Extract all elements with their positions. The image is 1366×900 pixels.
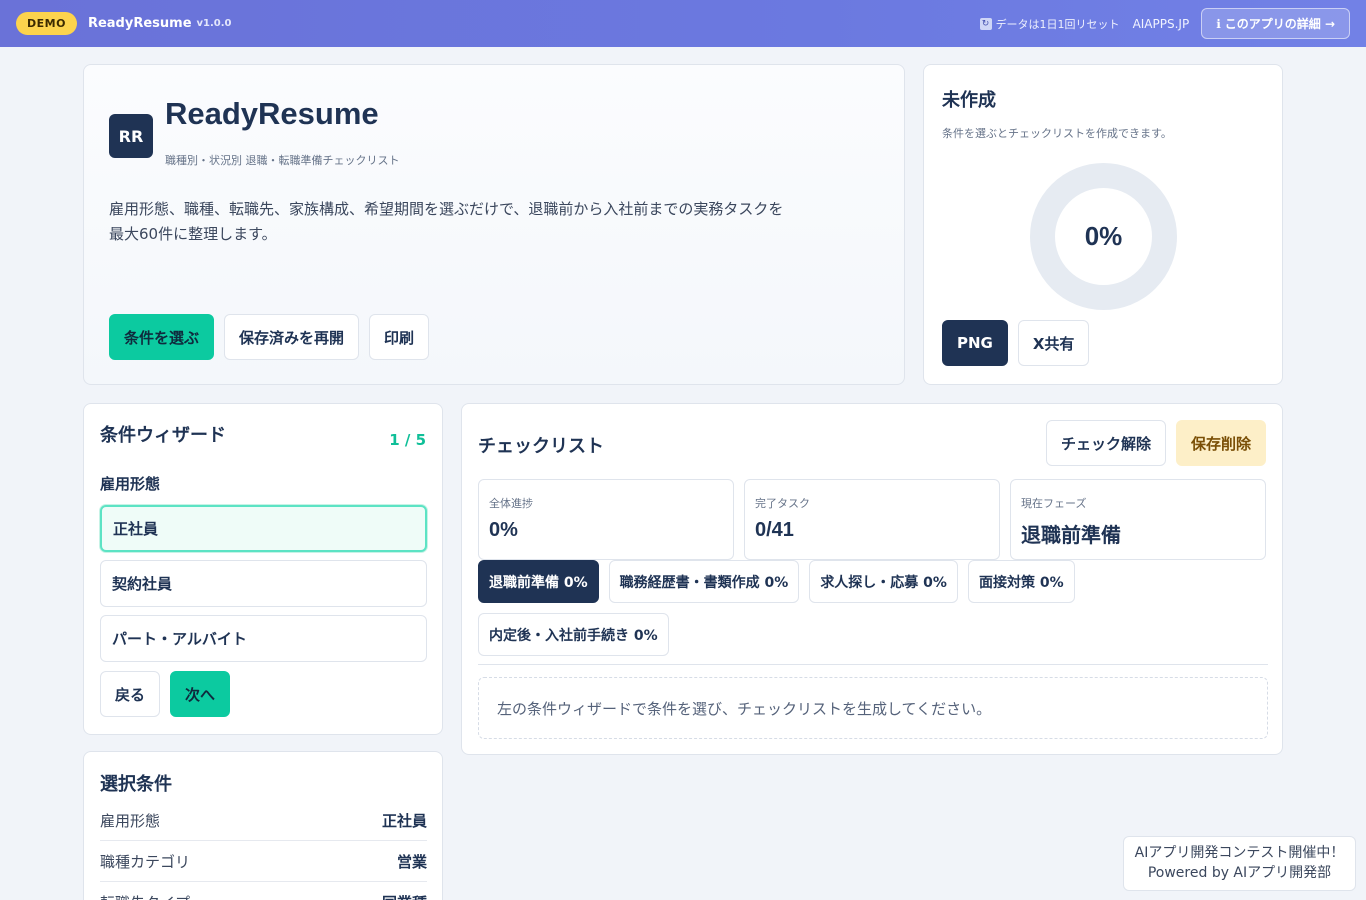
selected-conditions-title: 選択条件: [100, 774, 172, 795]
stat-value: 退職前準備: [1021, 523, 1121, 547]
progress-card: 未作成 条件を選ぶとチェックリストを作成できます。 0% PNG X共有: [923, 64, 1283, 385]
hero-description: 雇用形態、職種、転職先、家族構成、希望期間を選ぶだけで、退職前から入社前までの実…: [109, 197, 849, 247]
app-version: v1.0.0: [196, 18, 232, 29]
tab-phase-interview[interactable]: 面接対策 0%: [967, 560, 1075, 603]
stat-overall-progress: 全体進捗 0%: [478, 479, 734, 560]
progress-status-title: 未作成: [942, 90, 996, 111]
checklist-title: チェックリスト: [478, 436, 604, 457]
app-details-button[interactable]: ℹ このアプリの詳細 →: [1201, 8, 1350, 39]
uncheck-all-button[interactable]: チェック解除: [1045, 420, 1166, 466]
condition-row: 転職先タイプ 同業種: [100, 882, 427, 900]
contest-banner[interactable]: AIアプリ開発コンテスト開催中！ Powered by AIアプリ開発部: [1123, 836, 1356, 891]
progress-percent: 0%: [1084, 221, 1123, 251]
info-icon: ℹ: [1216, 16, 1221, 31]
condition-value: 営業: [396, 852, 427, 871]
png-export-button[interactable]: PNG: [942, 320, 1008, 366]
top-bar: DEMO ReadyResume v1.0.0 ↻ データは1日1回リセット A…: [0, 0, 1366, 47]
reset-note: ↻ データは1日1回リセット: [979, 16, 1120, 32]
condition-key: 雇用形態: [100, 811, 161, 830]
app-logo: RR: [109, 114, 153, 158]
condition-row: 職種カテゴリ 営業: [100, 841, 427, 882]
condition-key: 転職先タイプ: [100, 892, 190, 900]
hero-card: RR ReadyResume 職種別・状況別 退職・転職準備チェックリスト 雇用…: [83, 64, 905, 385]
contest-line2: Powered by AIアプリ開発部: [1147, 865, 1332, 881]
select-conditions-button[interactable]: 条件を選ぶ: [109, 314, 215, 360]
hero-description-line1: 雇用形態、職種、転職先、家族構成、希望期間を選ぶだけで、退職前から入社前までの実…: [109, 200, 784, 218]
print-button[interactable]: 印刷: [369, 314, 430, 360]
condition-wizard: 条件ウィザード 1 / 5 雇用形態 正社員 契約社員 パート・アルバイト 戻る…: [83, 403, 443, 735]
x-share-button[interactable]: X共有: [1017, 320, 1090, 366]
wizard-step-counter: 1 / 5: [389, 431, 426, 449]
wizard-question: 雇用形態: [100, 475, 161, 493]
condition-key: 職種カテゴリ: [100, 852, 191, 871]
hero-actions: 条件を選ぶ 保存済みを再開 印刷: [109, 314, 430, 360]
selected-conditions-card: 選択条件 雇用形態 正社員 職種カテゴリ 営業 転職先タイプ 同業種: [83, 751, 443, 900]
stat-current-phase: 現在フェーズ 退職前準備: [1010, 479, 1266, 560]
page-title: ReadyResume: [165, 96, 379, 131]
wizard-back-button[interactable]: 戻る: [100, 671, 161, 717]
hero-description-line2: 最大60件に整理します。: [109, 225, 277, 243]
tab-phase-job-search[interactable]: 求人探し・応募 0%: [809, 560, 958, 603]
stat-label: 完了タスク: [755, 497, 810, 510]
progress-actions: PNG X共有: [942, 320, 1090, 366]
top-bar-right: ↻ データは1日1回リセット AIAPPS.JP ℹ このアプリの詳細 →: [979, 8, 1350, 39]
stat-label: 現在フェーズ: [1021, 497, 1087, 510]
wizard-option-parttime[interactable]: パート・アルバイト: [100, 615, 427, 662]
checklist-empty-state: 左の条件ウィザードで条件を選び、チェックリストを生成してください。: [478, 677, 1268, 739]
condition-row: 雇用形態 正社員: [100, 800, 427, 841]
tab-phase-documents[interactable]: 職務経歴書・書類作成 0%: [608, 560, 800, 603]
stat-completed-tasks: 完了タスク 0/41: [744, 479, 1000, 560]
condition-value: 正社員: [381, 811, 427, 830]
refresh-icon: ↻: [979, 17, 992, 30]
stat-label: 全体進捗: [489, 497, 533, 510]
reset-note-text: データは1日1回リセット: [995, 17, 1120, 31]
wizard-option-contract[interactable]: 契約社員: [100, 560, 427, 607]
resume-saved-button[interactable]: 保存済みを再開: [224, 314, 360, 360]
contest-line1: AIアプリ開発コンテスト開催中！: [1134, 845, 1345, 861]
tab-phase-pre-resignation[interactable]: 退職前準備 0%: [478, 560, 599, 603]
condition-value: 同業種: [382, 892, 427, 900]
stat-value: 0%: [489, 519, 518, 541]
site-link[interactable]: AIAPPS.JP: [1133, 17, 1190, 31]
page-subtitle: 職種別・状況別 退職・転職準備チェックリスト: [165, 154, 400, 167]
delete-saved-button[interactable]: 保存削除: [1175, 420, 1266, 466]
app-details-label: このアプリの詳細 →: [1224, 17, 1335, 31]
app-name: ReadyResume: [87, 16, 192, 31]
demo-badge: DEMO: [16, 12, 77, 35]
wizard-actions: 戻る 次へ: [100, 671, 231, 717]
wizard-title: 条件ウィザード: [100, 425, 226, 446]
checklist-card: チェックリスト チェック解除 保存削除 全体進捗 0% 完了タスク 0/41 現…: [461, 403, 1283, 755]
progress-status-subtitle: 条件を選ぶとチェックリストを作成できます。: [942, 127, 1172, 140]
divider: [478, 664, 1268, 665]
checklist-actions: チェック解除 保存削除: [1045, 420, 1266, 466]
stat-value: 0/41: [755, 519, 794, 541]
tab-phase-post-offer[interactable]: 内定後・入社前手続き 0%: [478, 613, 669, 656]
wizard-option-fulltime[interactable]: 正社員: [100, 505, 427, 552]
phase-tabs: 退職前準備 0% 職務経歴書・書類作成 0% 求人探し・応募 0% 面接対策 0…: [478, 560, 1268, 656]
wizard-next-button[interactable]: 次へ: [170, 671, 231, 717]
